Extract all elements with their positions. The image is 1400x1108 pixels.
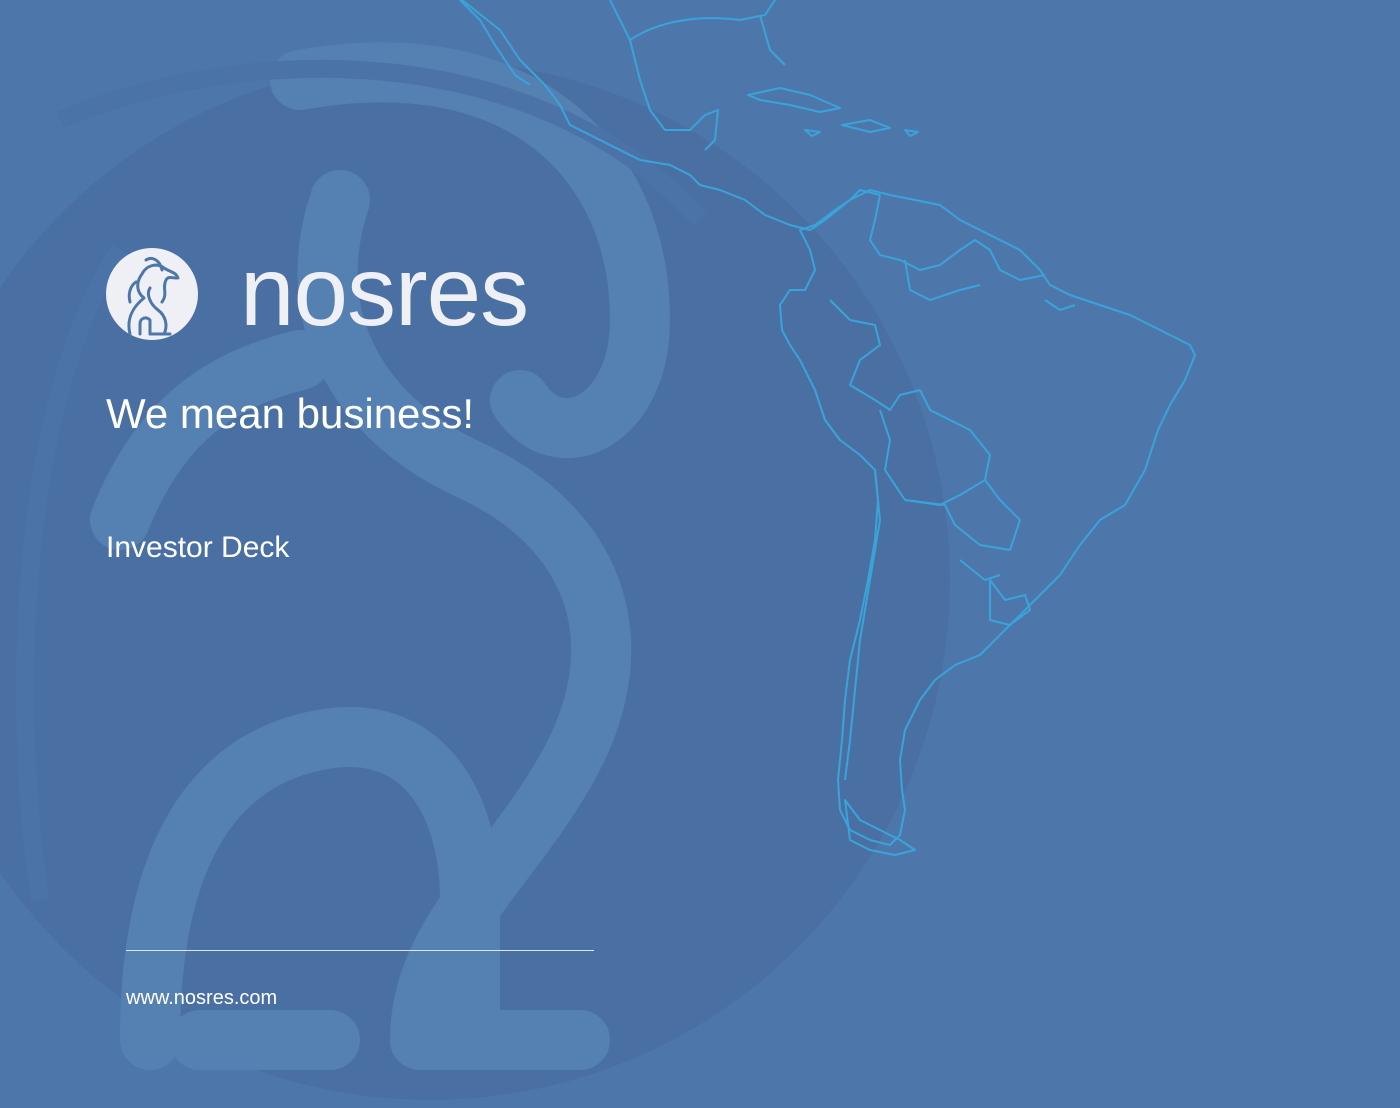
website-link[interactable]: www.nosres.com [126,986,277,1010]
tagline: We mean business! [106,390,475,437]
title-slide: nosres We mean business! Investor Deck w… [0,0,1400,1108]
footer-divider [126,950,594,951]
lion-logo-icon [106,248,198,340]
brand-name: nosres [240,236,529,346]
deck-subtitle: Investor Deck [106,531,290,564]
